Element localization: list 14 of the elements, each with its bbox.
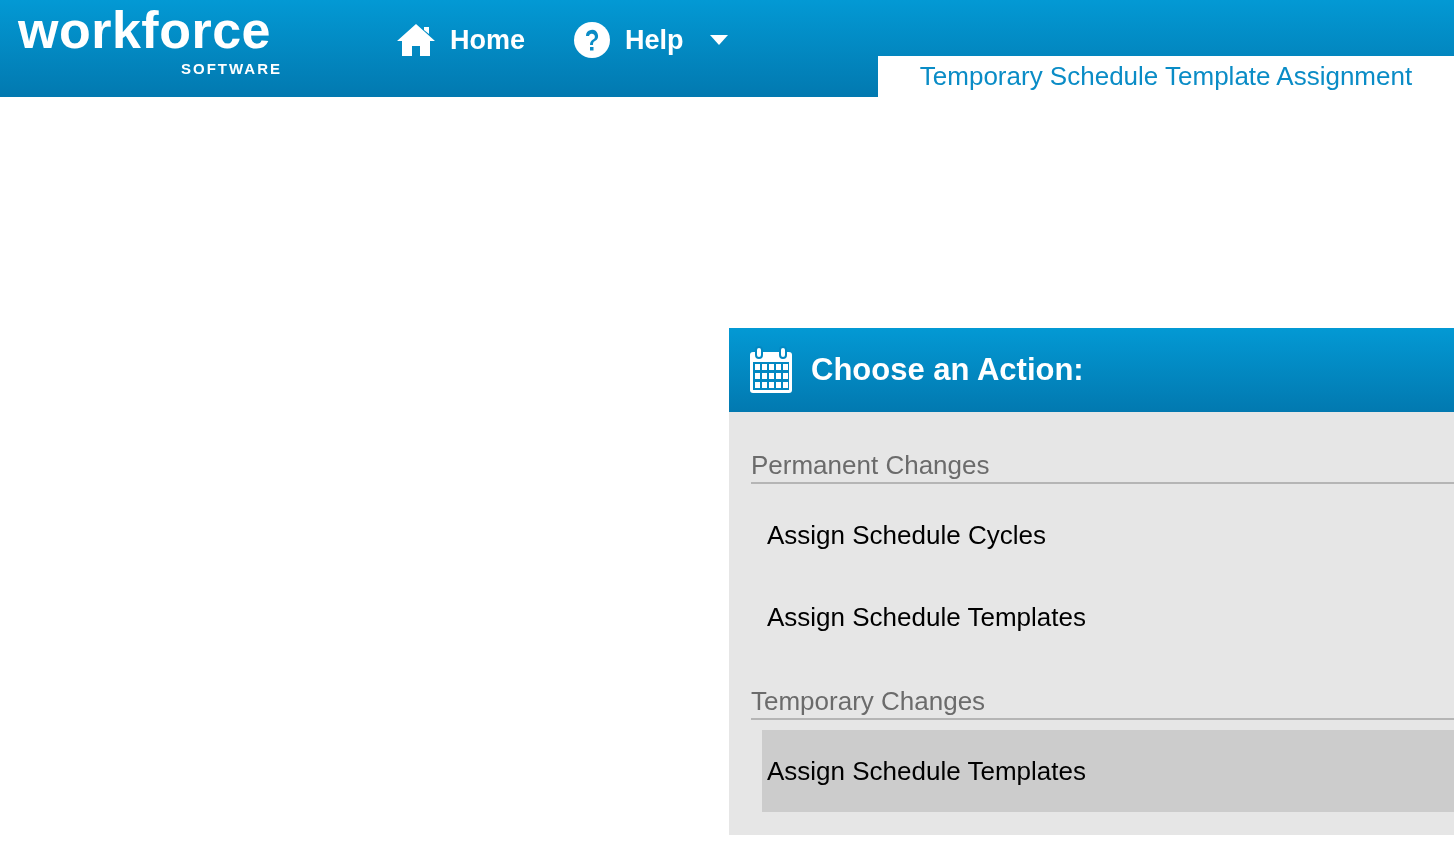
action-item[interactable]: Assign Schedule Cycles	[762, 494, 1454, 576]
panel-title: Choose an Action:	[811, 350, 1084, 389]
logo-tagline: SOFTWARE	[181, 59, 282, 79]
page-tab[interactable]: Temporary Schedule Template Assignment	[878, 56, 1454, 97]
action-item[interactable]: Assign Schedule Templates	[762, 576, 1454, 658]
section-heading: Permanent Changes	[751, 448, 1454, 484]
section-heading: Temporary Changes	[751, 684, 1454, 720]
nav-link[interactable]: Help	[573, 18, 728, 62]
nav-link[interactable]: Home	[396, 18, 525, 62]
logo-wordmark: workforce	[18, 2, 272, 58]
help-icon	[573, 21, 611, 59]
calendar-icon	[749, 346, 793, 394]
home-icon	[396, 23, 436, 57]
action-item[interactable]: Assign Schedule Templates	[762, 730, 1454, 812]
